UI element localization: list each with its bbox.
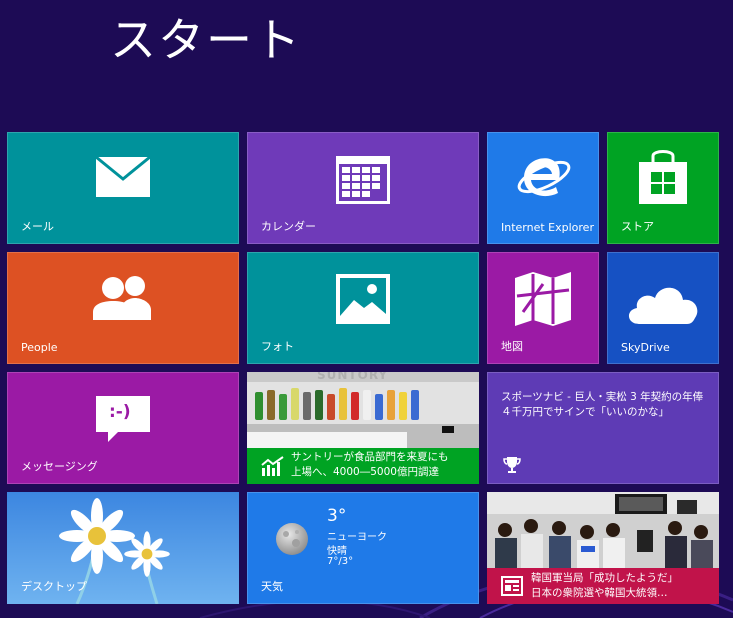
tile-calendar[interactable]: カレンダー (247, 132, 479, 244)
photo-icon (336, 274, 390, 324)
ie-icon (517, 158, 571, 197)
map-icon (515, 272, 571, 326)
finance-headline: サントリーが食品部門を来夏にも 上場へ、4000―5000億円調達 (291, 450, 449, 480)
tile-desktop-label: デスクトップ (21, 580, 87, 593)
finance-headline-line2: 上場へ、4000―5000億円調達 (291, 466, 439, 478)
calendar-icon (336, 156, 390, 204)
start-screen-title: スタート (110, 13, 302, 67)
sports-headline: スポーツナビ - 巨人・実松 3 年契約の年俸 ４千万円でサインで「いいのかな」 (501, 390, 706, 420)
tile-messaging[interactable]: :-) メッセージング (7, 372, 239, 484)
cloud-icon (628, 287, 698, 324)
tile-skydrive-label: SkyDrive (621, 341, 670, 354)
tile-ie-label: Internet Explorer (501, 221, 594, 234)
people-icon (93, 276, 151, 320)
tile-maps[interactable]: 地図 (487, 252, 599, 364)
tile-people[interactable]: People (7, 252, 239, 364)
moon-icon (276, 523, 308, 555)
finance-news-photo (247, 372, 479, 448)
tile-mail[interactable]: メール (7, 132, 239, 244)
sports-headline-line1: スポーツナビ - 巨人・実松 3 年契約の年俸 (501, 391, 704, 403)
tile-store[interactable]: ストア (607, 132, 719, 244)
tile-messaging-label: メッセージング (21, 460, 98, 473)
tile-sports[interactable]: スポーツナビ - 巨人・実松 3 年契約の年俸 ４千万円でサインで「いいのかな」 (487, 372, 719, 484)
tile-skydrive[interactable]: SkyDrive (607, 252, 719, 364)
news-headline-bar: 韓国軍当局「成功したようだ」 日本の衆院選や韓国大統領… (487, 568, 719, 604)
tile-weather[interactable]: 3° ニューヨーク 快晴 7°/3° 天気 (247, 492, 479, 604)
mail-icon (96, 157, 150, 197)
tile-maps-label: 地図 (501, 340, 523, 353)
news-headline-line2: 日本の衆院選や韓国大統領… (531, 587, 668, 599)
tile-finance[interactable]: SUNTORY サントリーが食品部門を来夏にも 上場へ、4000―5000億円調… (247, 372, 479, 484)
news-headline: 韓国軍当局「成功したようだ」 日本の衆院選や韓国大統領… (531, 571, 678, 601)
sports-headline-line2: ４千万円でサインで「いいのかな」 (501, 406, 669, 418)
tile-internet-explorer[interactable]: Internet Explorer (487, 132, 599, 244)
tile-photos[interactable]: フォト (247, 252, 479, 364)
news-headline-line1: 韓国軍当局「成功したようだ」 (531, 572, 678, 584)
tile-weather-label: 天気 (261, 580, 283, 593)
tile-desktop[interactable]: デスクトップ (7, 492, 239, 604)
store-bag-icon (639, 150, 687, 204)
weather-condition: 快晴 (327, 546, 347, 557)
tile-mail-label: メール (21, 220, 54, 233)
finance-headline-bar: サントリーが食品部門を来夏にも 上場へ、4000―5000億円調達 (247, 448, 479, 484)
tile-calendar-label: カレンダー (261, 220, 316, 233)
weather-city: ニューヨーク (327, 532, 387, 543)
finance-chart-icon (261, 456, 284, 476)
news-photo (487, 492, 719, 568)
tile-people-label: People (21, 341, 58, 354)
chat-emoticon: :-) (109, 402, 131, 422)
news-icon (501, 576, 523, 596)
tile-news[interactable]: 韓国軍当局「成功したようだ」 日本の衆院選や韓国大統領… (487, 492, 719, 604)
weather-range: 7°/3° (327, 556, 354, 567)
tile-store-label: ストア (621, 220, 654, 233)
tile-photos-label: フォト (261, 340, 294, 353)
weather-temperature: 3° (327, 506, 347, 526)
finance-photo-sign: SUNTORY (317, 372, 389, 382)
trophy-icon (503, 457, 521, 473)
finance-headline-line1: サントリーが食品部門を来夏にも (291, 451, 449, 463)
